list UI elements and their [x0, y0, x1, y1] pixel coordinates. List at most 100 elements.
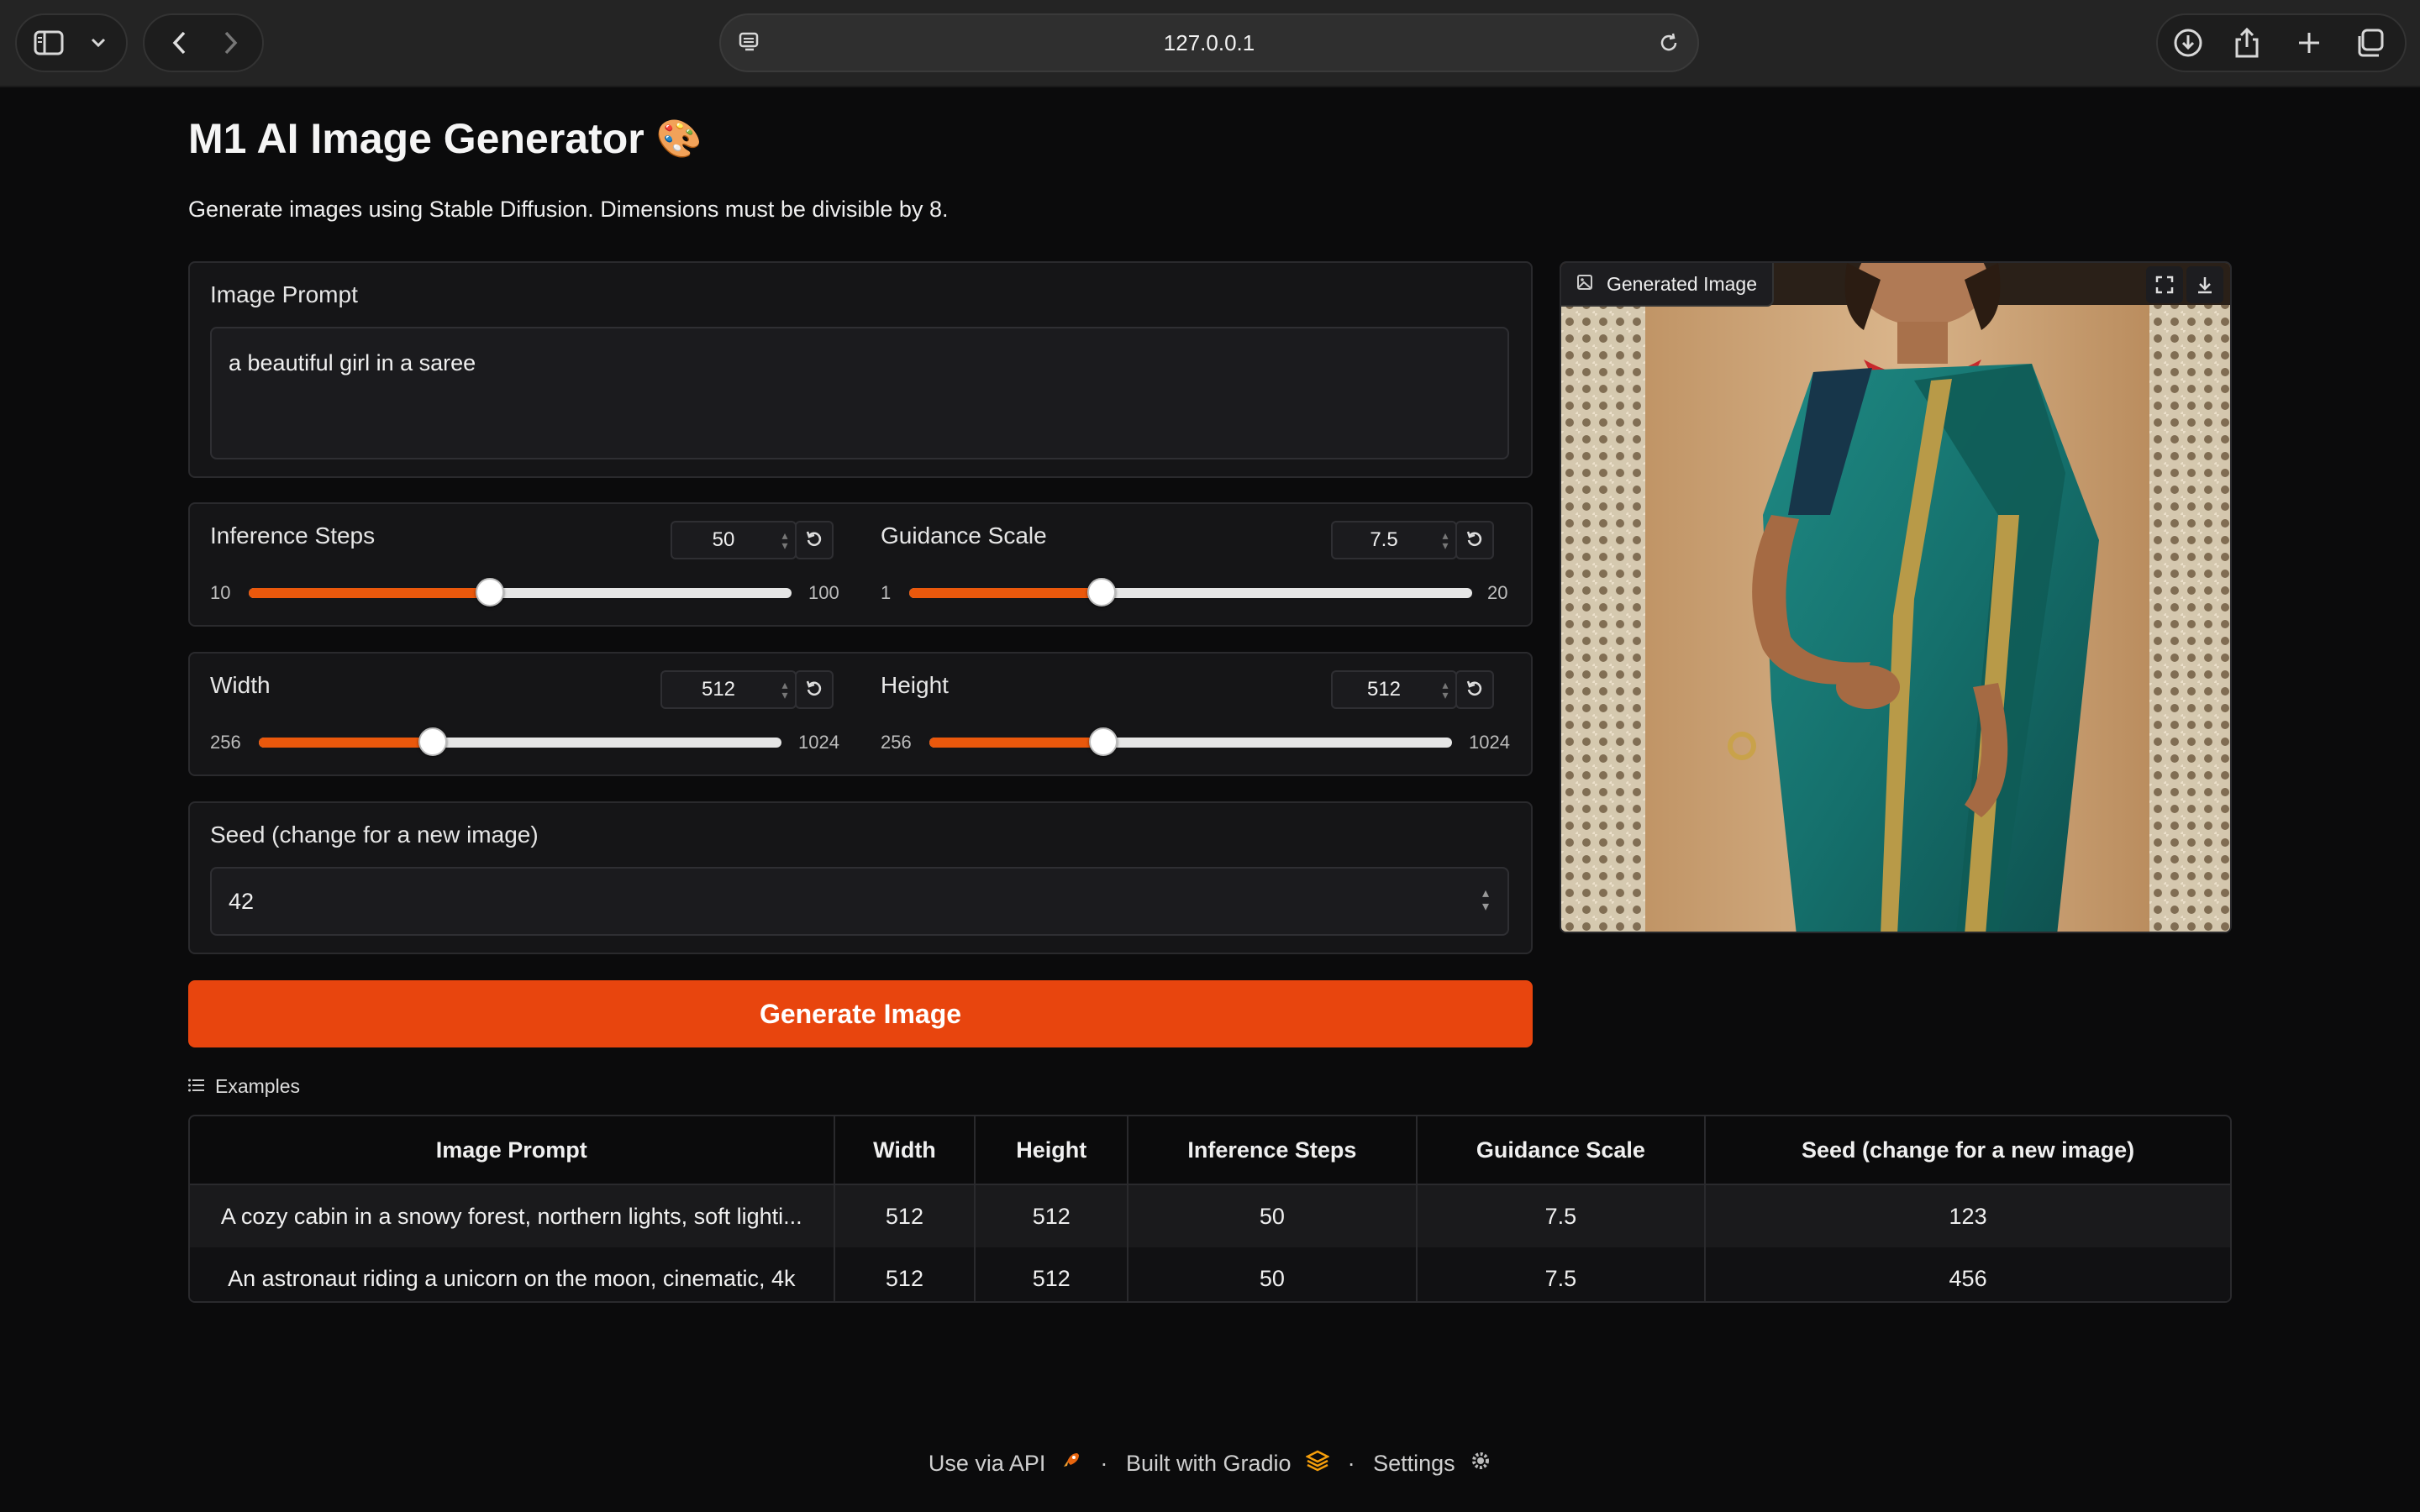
fullscreen-icon[interactable]: [2146, 266, 2183, 303]
image-icon: [1576, 273, 1593, 296]
forward-icon[interactable]: [213, 27, 247, 59]
steps-number-input[interactable]: 50 ▴ ▾: [671, 521, 797, 559]
width-slider[interactable]: [259, 727, 781, 756]
guidance-slider-thumb[interactable]: [1087, 578, 1117, 606]
steps-slider[interactable]: [249, 578, 792, 606]
height-slider[interactable]: [929, 727, 1452, 756]
table-cell: A cozy cabin in a snowy forest, northern…: [190, 1184, 835, 1247]
generated-image[interactable]: [1561, 263, 2232, 933]
table-cell: 50: [1128, 1247, 1418, 1301]
guidance-reset-button[interactable]: [1455, 521, 1494, 559]
new-tab-icon[interactable]: [2291, 26, 2328, 60]
table-cell: 512: [834, 1247, 976, 1301]
guidance-max: 20: [1487, 582, 1508, 603]
examples-table: Image Prompt Width Height Inference Step…: [188, 1115, 2232, 1303]
table-row[interactable]: A cozy cabin in a snowy forest, northern…: [190, 1184, 2230, 1247]
gradio-logo-icon: [1305, 1450, 1330, 1478]
height-number-input[interactable]: 512 ▴ ▾: [1331, 670, 1457, 709]
examples-header[interactable]: Examples: [188, 1075, 300, 1098]
width-slider-thumb[interactable]: [418, 727, 448, 756]
footer-separator: ·: [1347, 1451, 1355, 1477]
download-icon[interactable]: [2186, 266, 2223, 303]
chevron-down-icon[interactable]: [86, 32, 111, 54]
built-with-gradio-link[interactable]: Built with Gradio: [1126, 1451, 1292, 1477]
height-value: 512: [1366, 678, 1402, 701]
table-cell: 456: [1705, 1247, 2230, 1301]
footer-separator: ·: [1100, 1451, 1108, 1477]
page-title-text: M1 AI Image Generator: [188, 115, 644, 162]
rocket-icon: [1060, 1450, 1082, 1478]
back-icon[interactable]: [163, 27, 197, 59]
height-slider-fill: [929, 738, 1104, 748]
slider-row-steps-guidance: Inference Steps 50 ▴ ▾ 10 100 Guidance Sc…: [188, 502, 1533, 627]
gradio-app: M1 AI Image Generator 🎨 Generate images …: [0, 87, 2420, 1512]
spinner-icon[interactable]: ▴ ▾: [775, 679, 795, 701]
table-header-row: Image Prompt Width Height Inference Step…: [190, 1116, 2230, 1185]
generated-image-label: Generated Image: [1561, 263, 1775, 307]
column-header: Width: [834, 1116, 976, 1185]
sidebar-toggle-group[interactable]: [15, 13, 128, 72]
steps-reset-button[interactable]: [795, 521, 834, 559]
guidance-number-input[interactable]: 7.5 ▴ ▾: [1331, 521, 1457, 559]
guidance-value: 7.5: [1370, 528, 1398, 551]
spinner-icon[interactable]: ▴ ▾: [1435, 529, 1455, 551]
navigation-group: [143, 13, 264, 72]
reset-icon: [805, 529, 823, 552]
table-row[interactable]: An astronaut riding a unicorn on the moo…: [190, 1247, 2230, 1301]
spinner-icon[interactable]: ▴ ▾: [1435, 679, 1455, 701]
column-header: Seed (change for a new image): [1705, 1116, 2230, 1185]
download-icon[interactable]: [2170, 26, 2207, 60]
share-icon[interactable]: [2228, 24, 2265, 61]
settings-link[interactable]: Settings: [1373, 1451, 1455, 1477]
examples-label: Examples: [215, 1075, 300, 1097]
guidance-slider[interactable]: [909, 578, 1472, 606]
column-header: Guidance Scale: [1416, 1116, 1707, 1185]
reset-icon: [805, 679, 823, 701]
url-text: 127.0.0.1: [1163, 30, 1255, 55]
address-bar[interactable]: 127.0.0.1: [719, 13, 1699, 72]
page-description: Generate images using Stable Diffusion. …: [188, 197, 949, 222]
sidebar-icon[interactable]: [32, 27, 66, 59]
width-value: 512: [701, 678, 736, 701]
table-cell: 123: [1705, 1184, 2230, 1247]
browser-toolbar: 127.0.0.1: [0, 0, 2420, 87]
image-toolbar: [2146, 266, 2223, 303]
width-number-input[interactable]: 512 ▴ ▾: [660, 670, 797, 709]
width-slider-fill: [259, 738, 434, 748]
table-cell: 512: [975, 1184, 1129, 1247]
table-cell: 512: [834, 1184, 976, 1247]
spinner-icon[interactable]: ▴ ▾: [1482, 887, 1489, 914]
column-header: Inference Steps: [1128, 1116, 1418, 1185]
seed-value: 42: [229, 889, 255, 914]
generated-image-panel: Generated Image: [1560, 261, 2232, 933]
guidance-slider-fill: [909, 588, 1102, 598]
table-cell: 50: [1128, 1184, 1418, 1247]
width-label: Width: [210, 672, 271, 698]
footer: Use via API · Built with Gradio · Settin…: [0, 1450, 2420, 1478]
width-reset-button[interactable]: [795, 670, 834, 709]
reload-icon[interactable]: [1652, 27, 1686, 59]
reset-icon: [1465, 529, 1484, 552]
seed-label: Seed (change for a new image): [210, 822, 539, 848]
prompt-label: Image Prompt: [210, 281, 358, 307]
table-cell: An astronaut riding a unicorn on the moo…: [190, 1247, 835, 1301]
column-header: Height: [975, 1116, 1129, 1185]
spinner-icon[interactable]: ▴ ▾: [775, 529, 795, 551]
steps-min: 10: [210, 582, 231, 603]
steps-slider-fill: [249, 588, 490, 598]
seed-number-input[interactable]: 42 ▴ ▾: [210, 867, 1509, 936]
use-via-api-link[interactable]: Use via API: [929, 1451, 1046, 1477]
steps-max: 100: [808, 582, 839, 603]
height-slider-thumb[interactable]: [1089, 727, 1118, 756]
steps-slider-thumb[interactable]: [475, 578, 504, 606]
prompt-textarea[interactable]: a beautiful girl in a saree: [210, 327, 1509, 459]
tab-overview-icon[interactable]: [2351, 26, 2388, 60]
list-icon: [188, 1075, 205, 1098]
generate-image-button[interactable]: Generate Image: [188, 980, 1533, 1047]
width-max: 1024: [798, 732, 839, 753]
height-min: 256: [881, 732, 912, 753]
height-reset-button[interactable]: [1455, 670, 1494, 709]
generated-image-label-text: Generated Image: [1607, 272, 1758, 295]
height-max: 1024: [1469, 732, 1510, 753]
width-min: 256: [210, 732, 241, 753]
